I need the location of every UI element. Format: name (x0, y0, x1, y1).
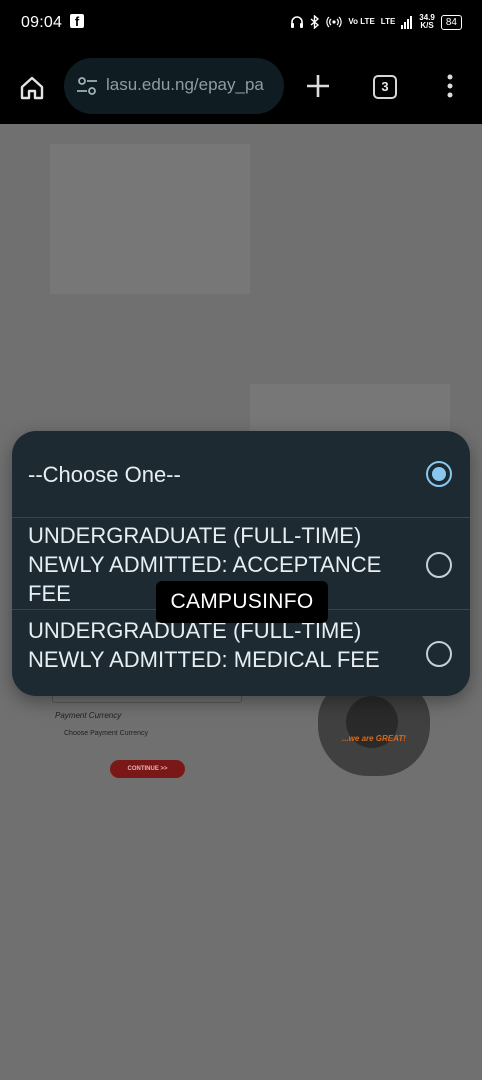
tab-switcher-button[interactable]: 3 (373, 75, 397, 99)
facebook-icon: f (70, 14, 84, 29)
more-options-icon[interactable] (440, 72, 460, 100)
lte-label: LTE (380, 17, 396, 26)
signal-icon (401, 15, 413, 29)
status-bar: 09:04 f Vo LTE LTE 34.9 K/S 84 (0, 0, 482, 48)
currency-option-text: Choose Payment Currency (64, 730, 149, 737)
network-speed: 34.9 K/S (419, 14, 435, 30)
radio-selected-icon[interactable] (426, 461, 452, 487)
option-label: UNDERGRADUATE (FULL-TIME) NEWLY ADMITTED… (28, 618, 380, 672)
watermark-label: CAMPUSINFO (156, 581, 328, 623)
site-settings-icon[interactable] (75, 74, 99, 98)
home-icon[interactable] (16, 72, 48, 104)
volte-label: Vo LTE (348, 17, 375, 26)
radio-unselected-icon[interactable] (426, 552, 452, 578)
headphones-icon (291, 16, 304, 28)
status-time: 09:04 (21, 14, 63, 31)
option-choose-one[interactable]: --Choose One-- (12, 431, 470, 518)
background-block (50, 144, 250, 294)
speed-unit: K/S (420, 21, 434, 30)
radio-unselected-icon[interactable] (426, 641, 452, 667)
hotspot-icon (326, 16, 343, 28)
new-tab-icon[interactable] (304, 72, 332, 100)
option-label: --Choose One-- (28, 462, 181, 487)
url-text[interactable]: lasu.edu.ng/epay_pa (106, 75, 276, 95)
status-icons: Vo LTE LTE 34.9 K/S 84 (290, 14, 462, 30)
continue-button: CONTINUE >> (110, 760, 185, 778)
bluetooth-icon (310, 15, 320, 29)
promo-slogan: ...we are GREAT! (342, 734, 406, 743)
payment-currency-label: Payment Currency (55, 711, 122, 720)
select-dialog: --Choose One-- UNDERGRADUATE (FULL-TIME)… (12, 431, 470, 696)
battery-icon: 84 (440, 14, 462, 30)
address-bar[interactable]: lasu.edu.ng/epay_pa (64, 58, 284, 114)
browser-toolbar: lasu.edu.ng/epay_pa 3 (0, 48, 482, 124)
